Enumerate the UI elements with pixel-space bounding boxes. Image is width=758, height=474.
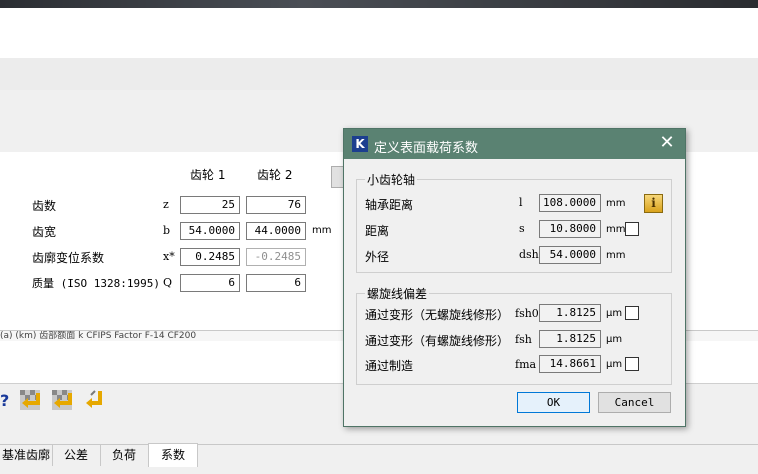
row-label-width: 齿宽 bbox=[32, 225, 57, 239]
symbol-fsh: fsh bbox=[515, 333, 532, 346]
return-arrow-icon[interactable] bbox=[82, 385, 112, 417]
outer-diameter-unit: mm bbox=[606, 250, 626, 261]
symbol-s: s bbox=[519, 222, 525, 235]
gear2-width-input[interactable]: 44.0000 bbox=[246, 222, 306, 240]
bearing-distance-unit: mm bbox=[606, 198, 626, 209]
row-symbol-q: Q bbox=[163, 276, 173, 289]
dialog-title: 定义表面载荷系数 bbox=[374, 141, 479, 156]
manufacturing-label: 通过制造 bbox=[365, 359, 414, 373]
tab-factors[interactable]: 系数 bbox=[148, 443, 198, 467]
gear2-shift-input: -0.2485 bbox=[246, 248, 306, 266]
deformation-no-mod-input[interactable]: 1.8125 bbox=[539, 304, 601, 322]
deformation-no-mod-unit: µm bbox=[606, 308, 623, 319]
gear1-teeth-input[interactable]: 25 bbox=[180, 196, 240, 214]
distance-checkbox[interactable] bbox=[625, 222, 639, 236]
distance-unit: mm bbox=[606, 224, 626, 235]
bearing-distance-input[interactable]: 108.0000 bbox=[539, 194, 601, 212]
deformation-no-mod-checkbox[interactable] bbox=[625, 306, 639, 320]
help-icon[interactable]: ? bbox=[0, 385, 10, 417]
gear1-quality-input[interactable]: 6 bbox=[180, 274, 240, 292]
info-icon[interactable]: i bbox=[644, 194, 663, 213]
distance-input[interactable]: 10.8000 bbox=[539, 220, 601, 238]
menu-band bbox=[0, 58, 758, 91]
deformation-with-mod-label: 通过变形（有螺旋线修形） bbox=[365, 334, 510, 348]
tab-load[interactable]: 负荷 bbox=[100, 444, 149, 466]
outer-diameter-label: 外径 bbox=[365, 250, 390, 264]
manufacturing-checkbox[interactable] bbox=[625, 357, 639, 371]
cancel-button[interactable]: Cancel bbox=[598, 392, 671, 413]
undo-checker-icon[interactable] bbox=[18, 385, 48, 417]
toolbar-band bbox=[0, 90, 758, 113]
app-logo-icon: K bbox=[352, 136, 368, 152]
width-unit: mm bbox=[312, 225, 332, 236]
dialog-titlebar[interactable]: K 定义表面载荷系数 ✕ bbox=[344, 129, 685, 159]
gear2-quality-input[interactable]: 6 bbox=[246, 274, 306, 292]
tab-tolerances[interactable]: 公差 bbox=[52, 444, 101, 466]
row-label-teeth: 齿数 bbox=[32, 199, 57, 213]
symbol-dsh: dsh bbox=[519, 248, 539, 261]
apply-checker-icon[interactable] bbox=[50, 385, 80, 417]
symbol-fsh0: fsh0 bbox=[515, 307, 539, 320]
gear1-shift-input[interactable]: 0.2485 bbox=[180, 248, 240, 266]
symbol-l: l bbox=[519, 196, 523, 209]
row-symbol-z: z bbox=[163, 198, 169, 211]
outer-diameter-input[interactable]: 54.0000 bbox=[539, 246, 601, 264]
gear2-teeth-input[interactable]: 76 bbox=[246, 196, 306, 214]
pinion-shaft-title: 小齿轮轴 bbox=[365, 171, 418, 188]
deformation-no-mod-label: 通过变形（无螺旋线修形） bbox=[365, 308, 510, 322]
gear1-width-input[interactable]: 54.0000 bbox=[180, 222, 240, 240]
deformation-with-mod-unit: µm bbox=[606, 334, 623, 345]
manufacturing-input[interactable]: 14.8661 bbox=[539, 355, 601, 373]
manufacturing-unit: µm bbox=[606, 359, 623, 370]
symbol-fma: fma bbox=[515, 358, 537, 371]
row-symbol-x: x* bbox=[163, 250, 175, 263]
ok-button[interactable]: OK bbox=[517, 392, 590, 413]
row-label-profile-shift: 齿廓变位系数 bbox=[32, 251, 105, 265]
deformation-with-mod-input[interactable]: 1.8125 bbox=[539, 330, 601, 348]
tab-reference-profile[interactable]: 基准齿廓 bbox=[0, 444, 53, 466]
title-area bbox=[0, 8, 758, 58]
row-label-quality: 质量 (ISO 1328:1995) bbox=[32, 277, 160, 290]
close-icon[interactable]: ✕ bbox=[657, 133, 677, 153]
distance-label: 距离 bbox=[365, 224, 390, 238]
bearing-distance-label: 轴承距离 bbox=[365, 198, 414, 212]
row-symbol-b: b bbox=[163, 224, 171, 237]
helix-deviation-title: 螺旋线偏差 bbox=[365, 285, 430, 302]
gear1-header: 齿轮 1 bbox=[190, 168, 226, 182]
desktop-strip bbox=[0, 0, 758, 8]
gear2-header: 齿轮 2 bbox=[257, 168, 293, 182]
surface-load-factor-dialog: K 定义表面载荷系数 ✕ 小齿轮轴 轴承距离 l 108.0000 mm i 距… bbox=[343, 128, 686, 427]
